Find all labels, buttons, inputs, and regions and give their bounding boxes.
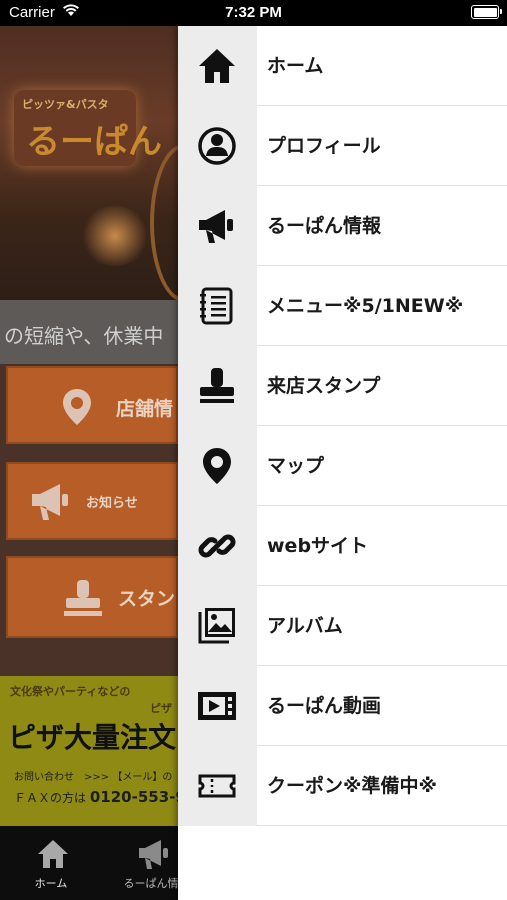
flyer-top-text-2: ピザ: [150, 702, 172, 715]
drawer-icon-cell: [178, 106, 257, 186]
tab-home[interactable]: ホーム: [6, 826, 96, 900]
drawer-item-label: メニュー※5/1NEW※: [267, 295, 464, 317]
drawer-item-menu[interactable]: メニュー※5/1NEW※: [178, 266, 507, 346]
side-drawer: ホーム プロフィール るーぱん情報 メニュー※5/1NEW※ 来店スタンプ マッ…: [178, 26, 507, 900]
tile-store-info[interactable]: 店舗情: [6, 366, 178, 444]
notebook-icon: [197, 286, 237, 326]
drawer-icon-cell: [178, 26, 257, 106]
battery-icon: [471, 5, 502, 19]
drawer-icon-cell: [178, 666, 257, 746]
lamp-glow: [80, 206, 150, 266]
tile-label: 店舗情: [116, 398, 174, 420]
flyer-title: ピザ大量注文: [8, 721, 177, 754]
fax-number: 0120-553-98: [89, 788, 178, 806]
fax-prefix: ＦＡＸの方は: [14, 791, 87, 805]
drawer-item-label: クーポン※準備中※: [267, 775, 437, 797]
promo-flyer[interactable]: 文化祭やパーティなどの ピザ ピザ大量注文 お問い合わせ >>> 【メール】の …: [0, 676, 178, 828]
tile-news[interactable]: お知らせ: [6, 462, 178, 540]
drawer-icon-cell: [178, 346, 257, 426]
tab-label: ホーム: [34, 877, 68, 890]
drawer-item-label: プロフィール: [267, 135, 381, 157]
map-pin-icon: [197, 446, 237, 486]
home-icon: [37, 838, 69, 874]
stamp-icon: [197, 366, 237, 406]
drawer-icon-cell: [178, 266, 257, 346]
map-pin-icon: [62, 388, 92, 430]
logo-subtitle: ピッツァ&パスタ: [22, 98, 109, 111]
drawer-icon-cell: [178, 586, 257, 666]
profile-icon: [197, 126, 237, 166]
drawer-item-website[interactable]: webサイト: [178, 506, 507, 586]
drawer-item-profile[interactable]: プロフィール: [178, 106, 507, 186]
drawer-item-coupon[interactable]: クーポン※準備中※: [178, 746, 507, 826]
drawer-item-label: webサイト: [267, 535, 369, 557]
drawer-item-info[interactable]: るーぱん情報: [178, 186, 507, 266]
tab-bar: ホーム るーぱん情: [0, 826, 179, 900]
drawer-icon-cell: [178, 186, 257, 266]
tile-stamp[interactable]: スタン: [6, 556, 178, 638]
flyer-fax-line: ＦＡＸの方は 0120-553-98: [14, 788, 178, 806]
drawer-item-label: るーぱん動画: [267, 695, 382, 717]
drawer-icon-cell: [178, 746, 257, 826]
drawer-item-map[interactable]: マップ: [178, 426, 507, 506]
drawer-icon-cell: [178, 426, 257, 506]
divider: [257, 825, 507, 826]
stamp-icon: [62, 578, 104, 622]
megaphone-icon: [197, 206, 237, 246]
status-bar: Carrier 7:32 PM: [0, 0, 507, 26]
drawer-item-label: るーぱん情報: [267, 215, 382, 237]
video-icon: [197, 686, 237, 726]
ticket-icon: [197, 766, 237, 806]
marquee-text: の短縮や、休業中: [4, 324, 164, 348]
megaphone-icon: [137, 838, 171, 874]
home-icon: [197, 46, 237, 86]
flyer-top-text: 文化祭やパーティなどの: [10, 685, 131, 698]
album-icon: [197, 606, 237, 646]
news-marquee: の短縮や、休業中: [0, 300, 178, 364]
drawer-item-home[interactable]: ホーム: [178, 26, 507, 106]
drawer-item-album[interactable]: アルバム: [178, 586, 507, 666]
flyer-contact-line: お問い合わせ >>> 【メール】の: [14, 772, 173, 783]
drawer-item-label: ホーム: [267, 55, 324, 77]
drawer-item-video[interactable]: るーぱん動画: [178, 666, 507, 746]
link-icon: [197, 526, 237, 566]
drawer-item-label: 来店スタンプ: [267, 375, 381, 397]
background-app: ピッツァ&パスタ るーぱん の短縮や、休業中 店舗情 お知らせ スタン 文化祭や…: [0, 26, 178, 900]
clock: 7:32 PM: [225, 4, 282, 21]
tile-label: スタン: [118, 588, 176, 610]
logo-text: るーぱん: [26, 122, 162, 162]
drawer-item-stamp[interactable]: 来店スタンプ: [178, 346, 507, 426]
megaphone-icon: [30, 480, 74, 526]
tile-label: お知らせ: [86, 496, 138, 511]
drawer-item-label: アルバム: [267, 615, 343, 637]
drawer-icon-cell: [178, 506, 257, 586]
drawer-item-label: マップ: [267, 455, 325, 477]
